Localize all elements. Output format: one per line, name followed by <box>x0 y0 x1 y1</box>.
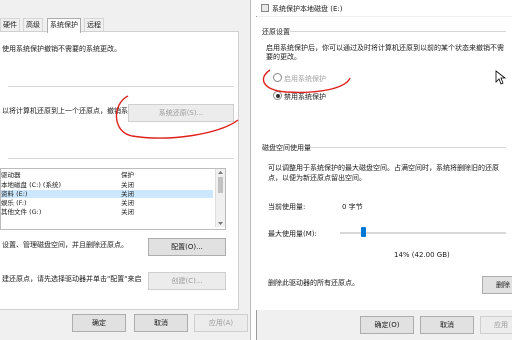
red-annotation-marks <box>115 69 351 139</box>
tab-system-protection[interactable]: 系统保护 <box>47 18 81 33</box>
